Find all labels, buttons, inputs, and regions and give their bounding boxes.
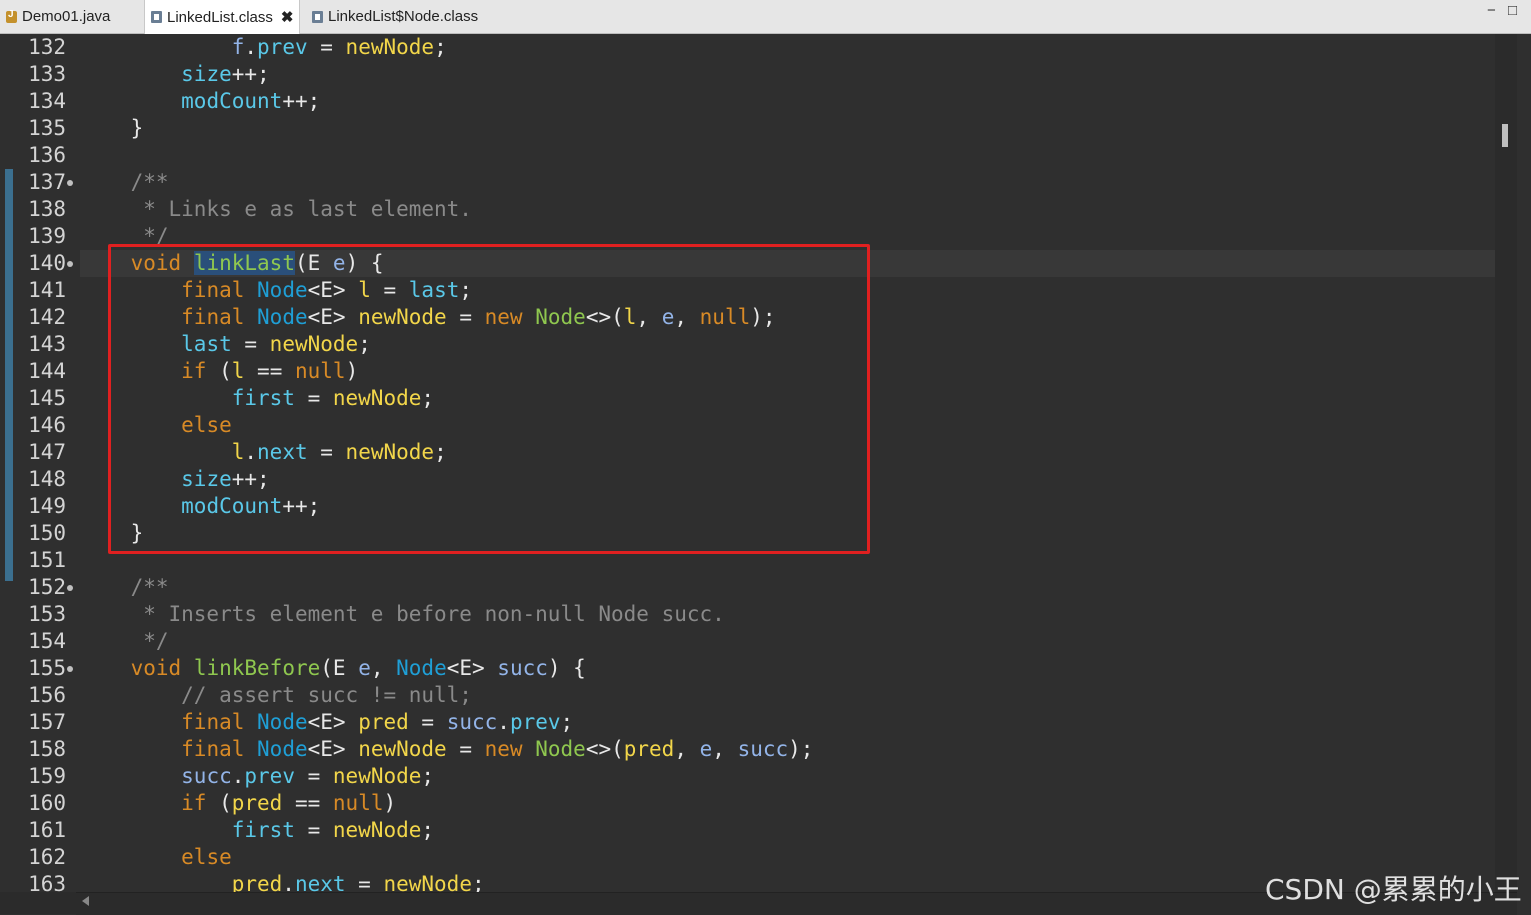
line-number: 142: [28, 305, 66, 329]
tab-label: Demo01.java: [22, 8, 111, 25]
line-number: 136: [28, 143, 66, 167]
line-number: 145: [28, 386, 66, 410]
vertical-scrollbar-thumb[interactable]: [1502, 124, 1508, 147]
line-number: 138: [28, 197, 66, 221]
code-line[interactable]: /**: [80, 169, 1495, 196]
fold-toggle-icon[interactable]: [67, 180, 73, 186]
java-file-icon: [6, 9, 17, 23]
line-number: 151: [28, 548, 66, 572]
line-number: 152: [28, 575, 66, 599]
class-file-icon: [312, 10, 323, 23]
code-line[interactable]: f.prev = newNode;: [80, 34, 1495, 61]
code-line[interactable]: final Node<E> pred = succ.prev;: [80, 709, 1495, 736]
line-number: 149: [28, 494, 66, 518]
line-number: 157: [28, 710, 66, 734]
code-line[interactable]: [80, 142, 1495, 169]
line-number: 150: [28, 521, 66, 545]
line-number: 159: [28, 764, 66, 788]
line-number: 133: [28, 62, 66, 86]
line-number: 155: [28, 656, 66, 680]
line-number: 140: [28, 251, 66, 275]
code-line[interactable]: final Node<E> newNode = new Node<>(pred,…: [80, 736, 1495, 763]
line-number: 147: [28, 440, 66, 464]
maximize-icon[interactable]: □: [1508, 2, 1517, 19]
fold-toggle-icon[interactable]: [67, 666, 73, 672]
line-number: 162: [28, 845, 66, 869]
line-number: 139: [28, 224, 66, 248]
line-number: 153: [28, 602, 66, 626]
tab-label: LinkedList$Node.class: [328, 8, 479, 25]
code-line[interactable]: * Links e as last element.: [80, 196, 1495, 223]
line-number: 146: [28, 413, 66, 437]
code-line[interactable]: void linkBefore(E e, Node<E> succ) {: [80, 655, 1495, 682]
red-highlight-box: [108, 244, 870, 554]
class-file-icon: [151, 11, 162, 23]
line-number-gutter: 132 133 134 135 136 137 138 139 140 141 …: [0, 34, 80, 896]
gutter-corner: [0, 892, 76, 914]
vertical-scrollbar[interactable]: [1495, 34, 1517, 892]
code-line[interactable]: */: [80, 628, 1495, 655]
tab-label: LinkedList.class: [167, 8, 273, 26]
line-number: 134: [28, 89, 66, 113]
watermark: CSDN @累累的小王: [1265, 873, 1522, 906]
code-line[interactable]: if (pred == null): [80, 790, 1495, 817]
code-line[interactable]: }: [80, 115, 1495, 142]
line-number: 137: [28, 170, 66, 194]
overview-ruler: [1517, 34, 1531, 892]
fold-toggle-icon[interactable]: [67, 261, 73, 267]
line-number: 158: [28, 737, 66, 761]
scroll-left-arrow-icon[interactable]: [82, 896, 89, 906]
line-number: 154: [28, 629, 66, 653]
line-number: 148: [28, 467, 66, 491]
tab-demo01-java[interactable]: Demo01.java: [6, 0, 110, 33]
line-number: 160: [28, 791, 66, 815]
code-line[interactable]: succ.prev = newNode;: [80, 763, 1495, 790]
close-tab-icon[interactable]: ✖: [281, 8, 294, 26]
line-number: 135: [28, 116, 66, 140]
tab-linkedlist-class[interactable]: LinkedList.class ✖: [144, 0, 301, 34]
fold-toggle-icon[interactable]: [67, 585, 73, 591]
editor-tab-bar: Demo01.java LinkedList.class ✖ LinkedLis…: [0, 0, 1531, 34]
code-line[interactable]: * Inserts element e before non-null Node…: [80, 601, 1495, 628]
code-line[interactable]: // assert succ != null;: [80, 682, 1495, 709]
code-line[interactable]: size++;: [80, 61, 1495, 88]
tab-linkedlist-node-class[interactable]: LinkedList$Node.class: [312, 0, 478, 33]
code-line[interactable]: /**: [80, 574, 1495, 601]
code-line[interactable]: else: [80, 844, 1495, 871]
line-number: 141: [28, 278, 66, 302]
line-number: 144: [28, 359, 66, 383]
line-number: 161: [28, 818, 66, 842]
line-number: 143: [28, 332, 66, 356]
code-line[interactable]: first = newNode;: [80, 817, 1495, 844]
minimize-icon[interactable]: −: [1487, 2, 1496, 19]
line-number: 132: [28, 35, 66, 59]
line-number: 156: [28, 683, 66, 707]
code-line[interactable]: modCount++;: [80, 88, 1495, 115]
